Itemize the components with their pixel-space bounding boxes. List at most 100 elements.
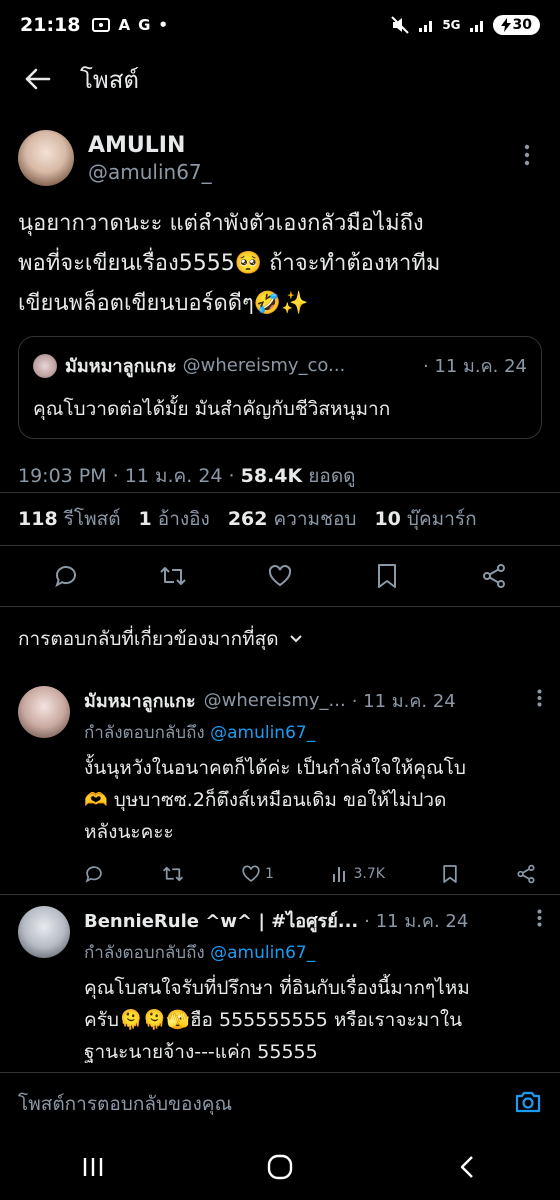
quotes-count: 1 <box>138 507 152 530</box>
reply-icon <box>85 866 102 883</box>
bookmarks-stat[interactable]: 10 บุ๊คมาร์ก <box>374 504 476 534</box>
quoted-post[interactable]: มัมหมาลูกแกะ @whereismy_co... · 11 ม.ค. … <box>18 336 542 439</box>
reply-to-line: กำลังตอบกลับถึง @amulin67_ <box>84 939 542 966</box>
reply-text-line: หลังนะคะะ <box>84 821 174 843</box>
reply-repost-button[interactable] <box>162 864 184 884</box>
reply-more-button[interactable] <box>529 909 542 932</box>
heart-icon <box>242 865 260 882</box>
reply-views-button[interactable]: 3.7K <box>331 865 385 883</box>
reply-like-button[interactable]: 1 <box>241 864 274 884</box>
share-icon <box>517 864 535 884</box>
recent-apps-button[interactable] <box>63 1142 123 1192</box>
post-stats: 118 รีโพสต์ 1 อ้างอิง 262 ความชอบ 10 บุ๊คมาร… <box>0 492 560 544</box>
post-time: 19:03 PM · 11 ม.ค. 24 · <box>18 465 241 487</box>
reply-view-count: 3.7K <box>353 866 385 882</box>
reposts-label: รีโพสต์ <box>63 507 121 530</box>
quote-author-name: มัมหมาลูกแกะ <box>65 356 177 377</box>
reply-to-handle[interactable]: @amulin67_ <box>210 943 315 963</box>
reply-text-line: งั้นนุหวังในอนาคตก็ได้ค่ะ เป็นกำลังใจให้… <box>84 757 466 779</box>
repost-button[interactable] <box>153 556 193 596</box>
post-more-button[interactable] <box>512 144 542 172</box>
reply-author-name[interactable]: BennieRule ^w^ | #ไอศูรย์... <box>84 906 358 935</box>
author-avatar[interactable] <box>18 130 74 186</box>
dot-icon: • <box>158 16 168 34</box>
signal-icon-2 <box>469 21 483 32</box>
post-views[interactable]: 58.4K <box>241 465 303 487</box>
author-names: AMULIN @amulin67_ <box>88 133 212 184</box>
replies-sort-selector[interactable]: การตอบกลับที่เกี่ยวข้องมากที่สุด <box>18 624 303 654</box>
status-time: 21:18 <box>20 14 81 36</box>
reply-bookmark-button[interactable] <box>442 864 458 884</box>
reply-reply-button[interactable] <box>84 864 104 884</box>
bookmark-icon <box>443 865 458 883</box>
reply-item[interactable]: BennieRule ^w^ | #ไอศูรย์... · 11 ม.ค. 2… <box>0 906 560 1072</box>
back-arrow-icon <box>25 68 51 90</box>
repost-icon <box>162 866 183 882</box>
reply-text-line: คุณโบสนใจรับที่ปรึกษา ที่อินกับเรื่องนี้… <box>84 977 470 999</box>
back-nav-button[interactable] <box>437 1142 497 1192</box>
post-views-label: ยอดดู <box>302 465 356 487</box>
reply-avatar[interactable] <box>18 686 70 738</box>
post-meta: 19:03 PM · 11 ม.ค. 24 · 58.4K ยอดดู <box>18 461 542 491</box>
reply-author-handle[interactable]: @whereismy_... <box>204 690 346 711</box>
reply-icon <box>54 566 76 588</box>
camera-button[interactable] <box>514 1090 542 1118</box>
reply-text-line: ฐานะนายจ้าง---แค่ก 55555 <box>84 1041 318 1063</box>
reply-share-button[interactable] <box>516 864 536 884</box>
quotes-stat[interactable]: 1 อ้างอิง <box>139 504 210 534</box>
top-bar: โพสต์ <box>0 50 560 108</box>
recent-apps-icon <box>84 1158 103 1176</box>
reply-date: · 11 ม.ค. 24 <box>351 691 456 712</box>
more-vertical-icon <box>524 144 530 166</box>
home-button[interactable] <box>250 1142 310 1192</box>
chevron-left-icon <box>460 1156 473 1178</box>
reply-like-count: 1 <box>265 866 274 882</box>
bookmark-icon <box>378 564 397 588</box>
chevron-down-icon <box>289 635 302 643</box>
status-notification-icons: A G • <box>92 16 168 34</box>
reply-text-line: 🫶 บุษบาซซ.2ก็ตึงส์เหมือนเดิม ขอให้ไม่ปวด <box>84 789 447 811</box>
more-vertical-icon <box>537 689 542 707</box>
more-vertical-icon <box>537 909 542 927</box>
main-post: AMULIN @amulin67_ นุอยากวาดนะะ แต่ลำพังต… <box>0 120 560 491</box>
reply-avatar[interactable] <box>18 906 70 958</box>
back-button[interactable] <box>18 59 58 99</box>
reply-header: BennieRule ^w^ | #ไอศูรย์... · 11 ม.ค. 2… <box>84 906 542 935</box>
like-button[interactable] <box>260 556 300 596</box>
reply-input[interactable]: โพสต์การตอบกลับของคุณ <box>18 1089 232 1119</box>
post-text-line: นุอยากวาดนะะ แต่ลำพังตัวเองกลัวมือไม่ถึง <box>18 211 424 236</box>
status-right: 5G 30 <box>390 15 540 35</box>
reply-text-line: ครับ🫠🫠🫣ฮือ 555555555 หรือเราจะมาใน <box>84 1009 463 1031</box>
home-circle-icon <box>267 1154 293 1180</box>
reply-item[interactable]: มัมหมาลูกแกะ @whereismy_... · 11 ม.ค. 24… <box>0 686 560 894</box>
bookmarks-label: บุ๊คมาร์ก <box>406 507 477 530</box>
system-nav-bar <box>0 1134 560 1200</box>
post-actions <box>0 545 560 607</box>
quote-header: มัมหมาลูกแกะ @whereismy_co... · 11 ม.ค. … <box>33 351 527 380</box>
reply-compose-bar[interactable]: โพสต์การตอบกลับของคุณ <box>0 1072 560 1134</box>
bookmark-button[interactable] <box>367 556 407 596</box>
likes-stat[interactable]: 262 ความชอบ <box>228 504 357 534</box>
page-title: โพสต์ <box>80 65 139 94</box>
author-handle[interactable]: @amulin67_ <box>88 160 212 184</box>
network-type: 5G <box>442 18 461 32</box>
author-name[interactable]: AMULIN <box>88 133 212 158</box>
heart-icon <box>268 564 292 587</box>
notification-a-icon: A <box>118 16 131 34</box>
reply-author-name[interactable]: มัมหมาลูกแกะ <box>84 686 196 715</box>
post-author-row: AMULIN @amulin67_ <box>18 120 542 196</box>
likes-count: 262 <box>227 507 268 530</box>
reply-to-handle[interactable]: @amulin67_ <box>210 723 315 743</box>
reply-text: งั้นนุหวังในอนาคตก็ได้ค่ะ เป็นกำลังใจให้… <box>84 752 542 848</box>
reposts-stat[interactable]: 118 รีโพสต์ <box>18 504 121 534</box>
share-button[interactable] <box>474 556 514 596</box>
reply-button[interactable] <box>46 556 86 596</box>
repost-icon <box>160 567 186 585</box>
google-icon: G <box>138 16 151 34</box>
status-bar: 21:18 A G • 5G 30 <box>0 0 560 50</box>
post-text: นุอยากวาดนะะ แต่ลำพังตัวเองกลัวมือไม่ถึง… <box>18 204 542 324</box>
views-chart-icon <box>333 867 346 882</box>
reply-text: คุณโบสนใจรับที่ปรึกษา ที่อินกับเรื่องนี้… <box>84 972 542 1068</box>
reply-more-button[interactable] <box>529 689 542 712</box>
reply-body: มัมหมาลูกแกะ @whereismy_... · 11 ม.ค. 24… <box>84 686 542 894</box>
